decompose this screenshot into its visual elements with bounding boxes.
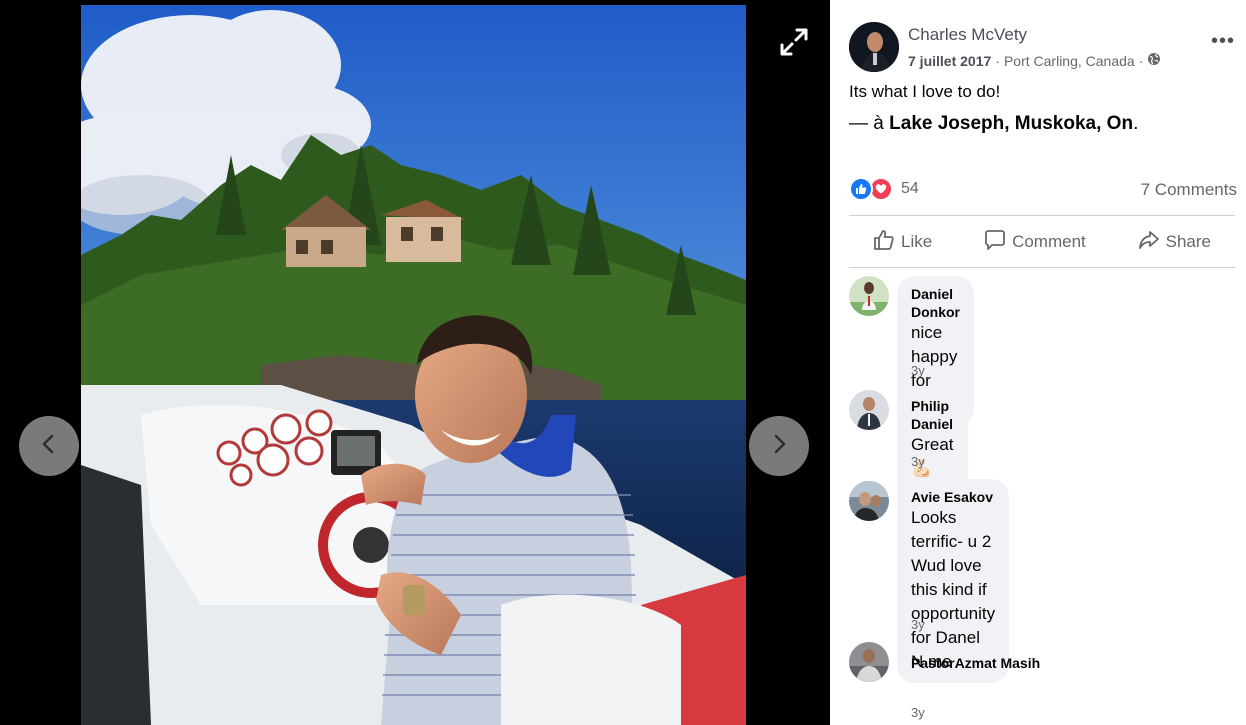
author-name[interactable]: Charles McVety [908, 25, 1027, 45]
divider [849, 215, 1235, 216]
location-prefix: — à [849, 113, 884, 134]
commenter-avatar[interactable] [849, 481, 889, 521]
comment-bubble: Avie Esakov Looks terrific- u 2 Wud love… [897, 479, 1010, 683]
location-link[interactable]: Lake Joseph, Muskoka, On [889, 113, 1133, 134]
like-reaction-icon [849, 177, 873, 201]
post-location: — à Lake Joseph, Muskoka, On. [849, 113, 1138, 135]
commenter-name[interactable]: Philip Daniel [911, 397, 954, 433]
chevron-right-icon [768, 433, 790, 460]
more-options-button[interactable]: ••• [1209, 31, 1237, 54]
meta-separator: · [995, 52, 1000, 69]
post-header: Charles McVety 7 juillet 2017 · Port Car… [849, 22, 1246, 78]
next-photo-button[interactable] [749, 416, 809, 476]
comment-timestamp[interactable]: 3y [911, 617, 925, 632]
post-text: Its what I love to do! [849, 82, 1001, 101]
comment-text: Wud love this kind if opportunity [911, 556, 996, 623]
like-label: Like [901, 232, 933, 251]
commenter-name[interactable]: Avie Esakov [911, 488, 995, 506]
comments-count-link[interactable]: 7 Comments [1141, 180, 1237, 200]
post-meta: 7 juillet 2017 · Port Carling, Canada · [908, 52, 1161, 69]
reaction-count: 54 [901, 180, 919, 197]
post-photo [81, 5, 746, 725]
reactions-summary[interactable]: 54 [849, 177, 919, 201]
comment-timestamp[interactable]: 3y [911, 363, 925, 378]
comment-timestamp[interactable]: 3y [911, 454, 925, 469]
commenter-avatar[interactable] [849, 642, 889, 682]
globe-icon[interactable] [1147, 52, 1161, 69]
like-button[interactable]: Like [849, 222, 956, 262]
meta-separator: · [1138, 52, 1144, 69]
author-avatar[interactable] [849, 22, 899, 72]
comment-button[interactable]: Comment [960, 222, 1110, 262]
commenter-name[interactable]: Daniel Donkor [911, 285, 960, 321]
share-button[interactable]: Share [1114, 222, 1235, 262]
comment-text: Looks terrific- u 2 [911, 508, 992, 551]
post-place[interactable]: Port Carling, Canada [1004, 53, 1135, 69]
post-side-panel: Charles McVety 7 juillet 2017 · Port Car… [830, 0, 1246, 725]
commenter-avatar[interactable] [849, 390, 889, 430]
post-actions-bar: Like Comment Share [849, 222, 1235, 262]
photo-viewer [0, 0, 830, 725]
share-label: Share [1165, 232, 1211, 251]
divider [849, 267, 1235, 268]
comment-icon [984, 229, 1006, 256]
comment-text: nice [911, 323, 943, 342]
commenter-name[interactable]: PastorAzmat Masih [911, 654, 1040, 672]
expand-icon [778, 26, 810, 63]
previous-photo-button[interactable] [19, 416, 79, 476]
comment-timestamp[interactable]: 3y [911, 705, 925, 720]
location-suffix: . [1133, 113, 1139, 134]
comment-label: Comment [1012, 232, 1086, 251]
commenter-avatar[interactable] [849, 276, 889, 316]
chevron-left-icon [38, 433, 60, 460]
post-date[interactable]: 7 juillet 2017 [908, 53, 991, 69]
share-icon [1138, 229, 1160, 256]
thumbs-up-icon [873, 229, 895, 256]
fullscreen-button[interactable] [772, 22, 816, 66]
